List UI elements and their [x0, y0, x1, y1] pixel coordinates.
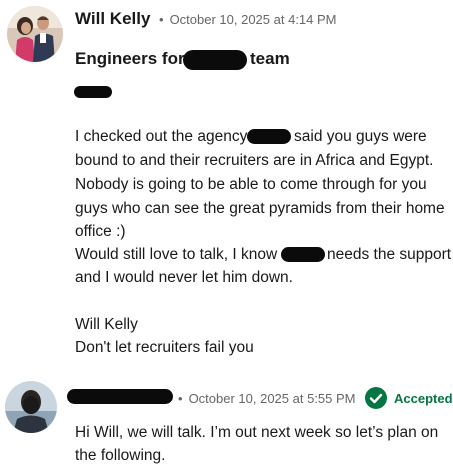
- body-line: office :): [75, 223, 126, 240]
- body-line: bound to and their recruiters are in Afr…: [75, 152, 434, 169]
- body-line: said you guys were: [294, 128, 427, 145]
- redaction-subject: [183, 50, 247, 70]
- signature-name: Will Kelly: [75, 316, 138, 333]
- redaction-greeting: [74, 86, 112, 98]
- sender-avatar-will-kelly[interactable]: [7, 6, 63, 62]
- redaction-agency: [247, 129, 291, 144]
- avatar-photo: [7, 6, 63, 62]
- body-line: needs the support: [327, 246, 452, 263]
- separator-dot: •: [159, 12, 164, 27]
- body-line: I checked out the agency: [75, 128, 248, 145]
- body-line: the following.: [75, 447, 166, 464]
- separator-dot: •: [178, 391, 183, 406]
- body-line: Nobody is going to be able to come throu…: [75, 176, 427, 193]
- body-line: Would still love to talk, I know: [75, 246, 278, 263]
- message-timestamp: • October 10, 2025 at 4:14 PM: [159, 12, 337, 27]
- redaction-sender-name: [67, 389, 173, 404]
- message-subject-suffix: team: [250, 49, 290, 68]
- sender-name[interactable]: Will Kelly: [75, 9, 150, 29]
- signature-tagline: Don't let recruiters fail you: [75, 339, 254, 356]
- body-line: guys who can see the great pyramids from…: [75, 200, 445, 217]
- message-subject: Engineers for: [75, 49, 185, 68]
- body-line: Hi Will, we will talk. I’m out next week…: [75, 424, 439, 441]
- avatar-photo: [5, 381, 57, 433]
- body-line: and I would never let him down.: [75, 269, 293, 286]
- message-timestamp: • October 10, 2025 at 5:55 PM: [178, 391, 356, 406]
- accepted-status: Accepted: [394, 391, 453, 406]
- accepted-check-icon: [365, 387, 387, 409]
- sender-avatar-reply[interactable]: [5, 381, 57, 433]
- redaction-name: [281, 247, 325, 262]
